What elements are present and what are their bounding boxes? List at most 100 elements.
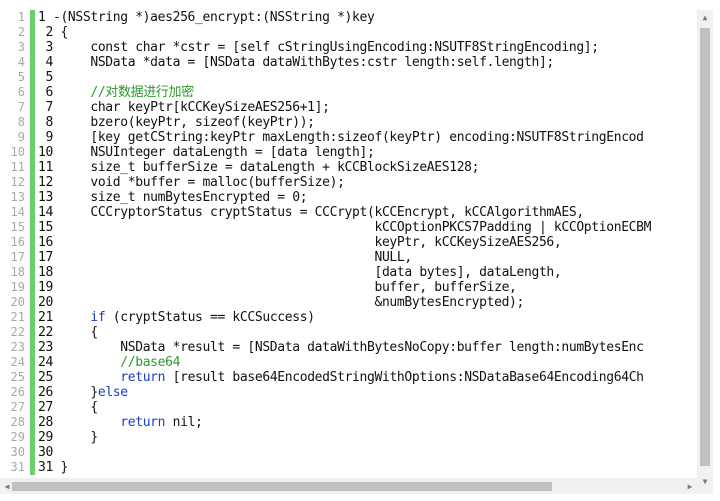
- code-line[interactable]: 31 }: [38, 460, 696, 475]
- line-number: 4: [17, 55, 25, 69]
- line-number: 31: [10, 460, 25, 474]
- line-number: 13: [10, 190, 25, 204]
- code-line[interactable]: 12 void *buffer = malloc(bufferSize);: [38, 175, 696, 190]
- inline-line-number: 30: [38, 445, 53, 460]
- line-number: 3: [17, 40, 25, 54]
- code-text: return nil;: [120, 415, 203, 430]
- code-line[interactable]: 30: [38, 445, 696, 460]
- code-line[interactable]: 6 //对数据进行加密: [38, 85, 696, 100]
- scroll-right-icon[interactable]: ▶: [683, 478, 697, 494]
- line-number: 14: [10, 205, 25, 219]
- line-number: 15: [10, 220, 25, 234]
- inline-line-number: 28: [38, 415, 53, 430]
- code-line[interactable]: 21 if (cryptStatus == kCCSuccess): [38, 310, 696, 325]
- inline-line-number: 2: [38, 25, 53, 40]
- code-line[interactable]: 27 {: [38, 400, 696, 415]
- code-text: [data bytes], dataLength,: [52, 265, 562, 280]
- code-line[interactable]: 22 {: [38, 325, 696, 340]
- code-line[interactable]: 28 return nil;: [38, 415, 696, 430]
- code-text: {: [52, 325, 98, 340]
- line-number: 9: [17, 130, 25, 144]
- inline-line-number: 10: [38, 145, 53, 160]
- vertical-scroll-thumb[interactable]: [700, 28, 710, 466]
- vertical-scrollbar[interactable]: ▲ ▼: [697, 10, 713, 488]
- code-text: bzero(keyPtr, sizeof(keyPtr));: [52, 115, 315, 130]
- inline-line-number: 18: [38, 265, 53, 280]
- code-line[interactable]: 18 [data bytes], dataLength,: [38, 265, 696, 280]
- horizontal-scrollbar[interactable]: ◀ ▶: [0, 478, 697, 494]
- code-line[interactable]: 3 const char *cstr = [self cStringUsingE…: [38, 40, 696, 55]
- line-number: 5: [17, 70, 25, 84]
- inline-line-number: 3: [38, 40, 53, 55]
- code-line[interactable]: 20 &numBytesEncrypted);: [38, 295, 696, 310]
- line-number: 22: [10, 325, 25, 339]
- line-number: 8: [17, 115, 25, 129]
- code-text: -(NSString *)aes256_encrypt:(NSString *)…: [45, 10, 375, 25]
- code-line[interactable]: 9 [key getCString:keyPtr maxLength:sizeo…: [38, 130, 696, 145]
- inline-line-number: 13: [38, 190, 53, 205]
- code-line[interactable]: 10 NSUInteger dataLength = [data length]…: [38, 145, 696, 160]
- line-number: 23: [10, 340, 25, 354]
- inline-line-number: 7: [38, 100, 53, 115]
- code-editor[interactable]: 1 2 3 4 5 6 7 8 9 10 11 12 13 14 15 16 17 18 19 20 21 22 23 24 2…: [0, 0, 720, 501]
- code-line[interactable]: 16 keyPtr, kCCKeySizeAES256,: [38, 235, 696, 250]
- horizontal-scroll-thumb[interactable]: [12, 482, 552, 491]
- inline-line-number: 8: [38, 115, 53, 130]
- line-number-gutter: 1 2 3 4 5 6 7 8 9 10 11 12 13 14 15 16 17 18 19 20 21 22 23 24 2…: [0, 10, 30, 475]
- code-text: buffer, bufferSize,: [52, 280, 517, 295]
- code-line[interactable]: 24 //base64: [38, 355, 696, 370]
- code-text: {: [52, 400, 98, 415]
- line-number: 21: [10, 310, 25, 324]
- code-text: return [result base64EncodedStringWithOp…: [120, 370, 644, 385]
- code-line[interactable]: 4 NSData *data = [NSData dataWithBytes:c…: [38, 55, 696, 70]
- line-number: 26: [10, 385, 25, 399]
- inline-line-number: 17: [38, 250, 53, 265]
- line-number: 27: [10, 400, 25, 414]
- inline-line-number: 5: [38, 70, 53, 85]
- code-line[interactable]: 8 bzero(keyPtr, sizeof(keyPtr));: [38, 115, 696, 130]
- code-text: keyPtr, kCCKeySizeAES256,: [52, 235, 562, 250]
- line-number: 29: [10, 430, 25, 444]
- line-number: 18: [10, 265, 25, 279]
- code-text: size_t bufferSize = dataLength + kCCBloc…: [52, 160, 480, 175]
- line-number: 11: [10, 160, 25, 174]
- line-number: 7: [17, 100, 25, 114]
- code-line[interactable]: 11 size_t bufferSize = dataLength + kCCB…: [38, 160, 696, 175]
- line-number: 28: [10, 415, 25, 429]
- inline-line-number: 27: [38, 400, 53, 415]
- inline-line-number: 19: [38, 280, 53, 295]
- code-text: CCCryptorStatus cryptStatus = CCCrypt(kC…: [52, 205, 584, 220]
- code-line[interactable]: 5: [38, 70, 696, 85]
- code-area[interactable]: 1 -(NSString *)aes256_encrypt:(NSString …: [38, 10, 696, 478]
- code-line[interactable]: 2 {: [38, 25, 696, 40]
- code-line[interactable]: 17 NULL,: [38, 250, 696, 265]
- code-line[interactable]: 14 CCCryptorStatus cryptStatus = CCCrypt…: [38, 205, 696, 220]
- inline-line-number: 22: [38, 325, 53, 340]
- code-text: [key getCString:keyPtr maxLength:sizeof(…: [52, 130, 644, 145]
- inline-line-number: 12: [38, 175, 53, 190]
- inline-line-number: 25: [38, 370, 53, 385]
- inline-line-number: 29: [38, 430, 53, 445]
- code-text: }: [52, 430, 98, 445]
- line-number: 10: [10, 145, 25, 159]
- inline-line-number: 15: [38, 220, 53, 235]
- code-text: size_t numBytesEncrypted = 0;: [52, 190, 308, 205]
- code-text: if (cryptStatus == kCCSuccess): [90, 310, 315, 325]
- code-line[interactable]: 13 size_t numBytesEncrypted = 0;: [38, 190, 696, 205]
- inline-line-number: 4: [38, 55, 53, 70]
- line-number: 1: [17, 10, 25, 24]
- code-line[interactable]: 19 buffer, bufferSize,: [38, 280, 696, 295]
- code-line[interactable]: 23 NSData *result = [NSData dataWithByte…: [38, 340, 696, 355]
- code-line[interactable]: 26 }else: [38, 385, 696, 400]
- code-line[interactable]: 29 }: [38, 430, 696, 445]
- code-text: NSUInteger dataLength = [data length];: [52, 145, 375, 160]
- code-line[interactable]: 25 return [result base64EncodedStringWit…: [38, 370, 696, 385]
- code-text: const char *cstr = [self cStringUsingEnc…: [52, 40, 599, 55]
- code-line[interactable]: 7 char keyPtr[kCCKeySizeAES256+1];: [38, 100, 696, 115]
- code-line[interactable]: 1 -(NSString *)aes256_encrypt:(NSString …: [38, 10, 696, 25]
- line-number: 20: [10, 295, 25, 309]
- code-line[interactable]: 15 kCCOptionPKCS7Padding | kCCOptionECBM: [38, 220, 696, 235]
- scroll-down-icon[interactable]: ▼: [697, 474, 713, 488]
- scroll-up-icon[interactable]: ▲: [697, 10, 713, 24]
- scrollbar-corner: [697, 488, 713, 494]
